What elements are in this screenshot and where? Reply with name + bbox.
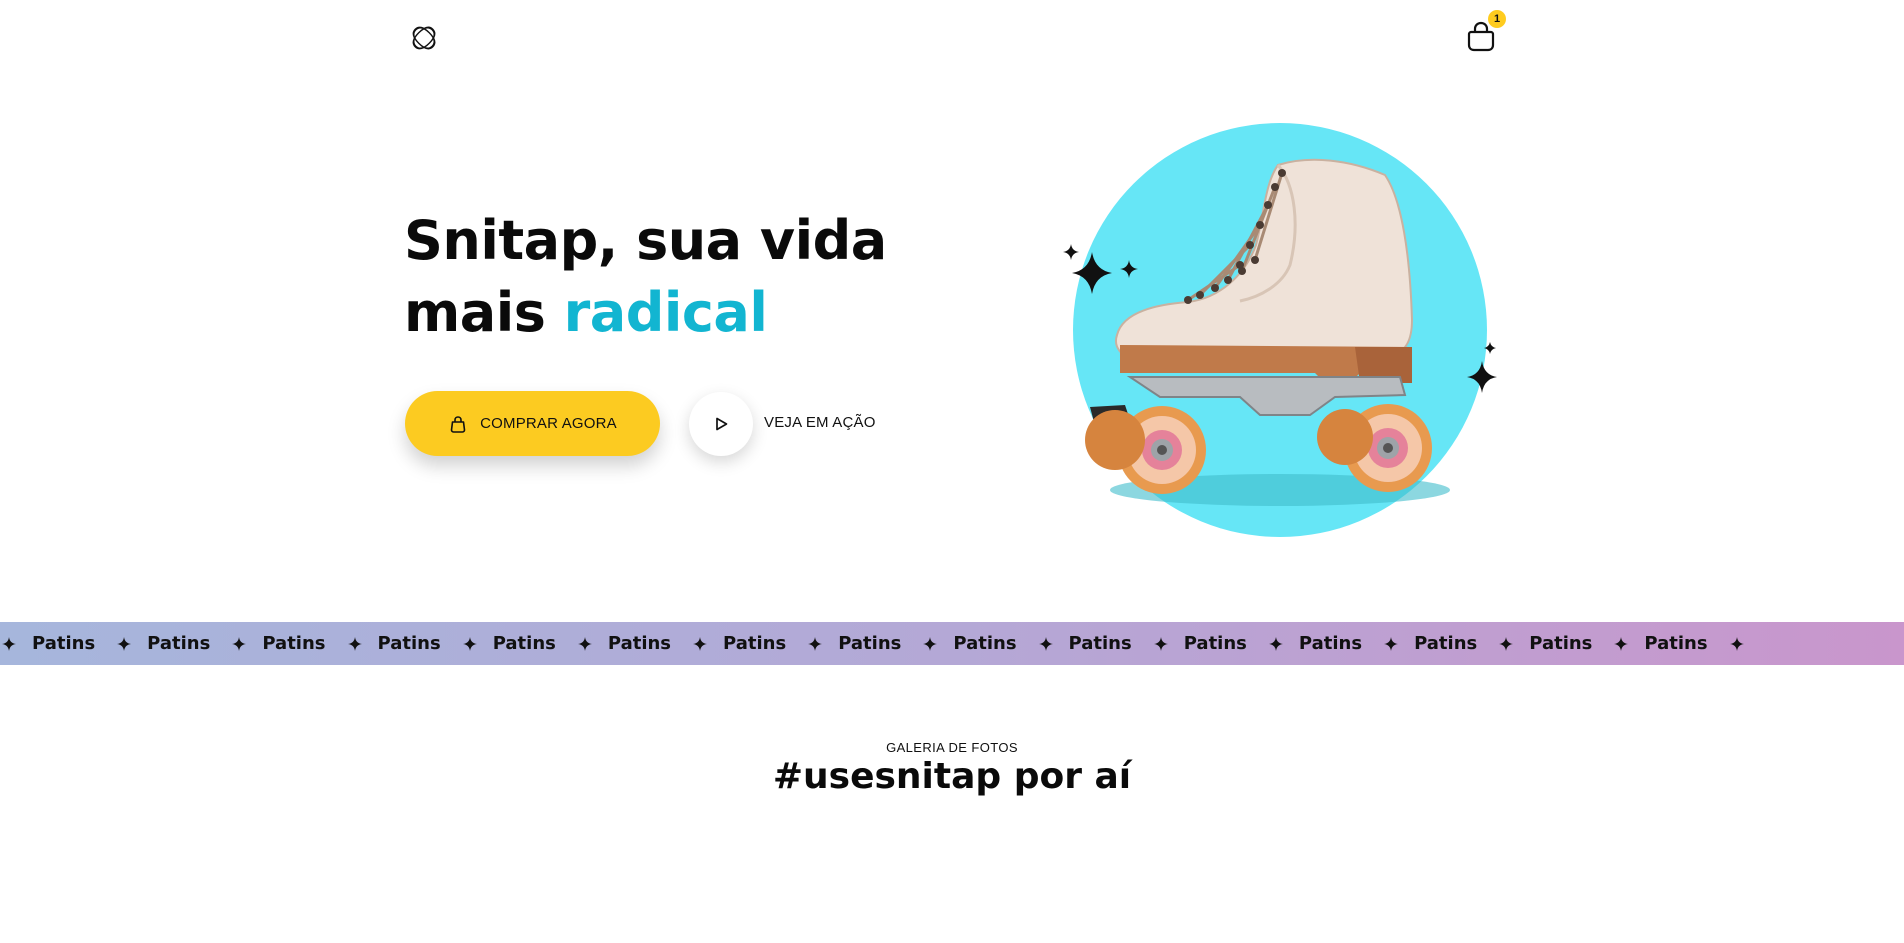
patins-marquee-band: Patins Patins Patins Patins Patins Patins Pati… [0, 622, 1904, 665]
four-point-star-icon [347, 636, 362, 651]
four-point-star-icon [693, 636, 708, 651]
marquee-word: Patins [1529, 633, 1593, 654]
marquee-word: Patins [262, 633, 326, 654]
hero-title-accent: radical [563, 281, 768, 344]
hero-title-line1: Snitap, sua vida [404, 209, 887, 272]
marquee-item: Patins [808, 622, 923, 665]
marquee-end-star [1729, 622, 1760, 665]
marquee-word: Patins [492, 633, 556, 654]
marquee-item: Patins [1384, 622, 1499, 665]
four-point-star-icon [808, 636, 823, 651]
buy-now-button[interactable]: COMPRAR AGORA [405, 391, 660, 456]
marquee-item: Patins [1153, 622, 1269, 665]
four-point-star-icon [1384, 636, 1399, 651]
marquee-item: Patins [1614, 622, 1729, 665]
shopping-bag-icon [450, 415, 466, 433]
four-point-star-icon [1614, 636, 1629, 651]
marquee-word: Patins [1068, 633, 1132, 654]
marquee-word: Patins [723, 633, 787, 654]
marquee-item: Patins [2, 622, 117, 665]
marquee-item: Patins [347, 622, 463, 665]
sparkle-icon [1063, 244, 1079, 260]
hero-title: Snitap, sua vida mais radical [404, 205, 1004, 349]
marquee-word: Patins [838, 633, 902, 654]
knot-logo-icon [412, 26, 436, 50]
hero-title-line2: mais [404, 281, 564, 344]
marquee-word: Patins [607, 633, 672, 654]
marquee-word: Patins [1414, 633, 1478, 654]
marquee-word: Patins [1644, 633, 1708, 654]
four-point-star-icon [232, 636, 247, 651]
marquee-word: Patins [1298, 633, 1363, 654]
four-point-star-icon [923, 636, 938, 651]
marquee-item: Patins [693, 622, 808, 665]
four-point-star-icon [1038, 636, 1053, 651]
four-point-star-icon [1153, 636, 1168, 651]
site-header: 1 [0, 0, 1904, 80]
hero-roller-skate-image [1063, 123, 1497, 537]
marquee-word: Patins [377, 633, 441, 654]
four-point-star-icon [577, 636, 592, 651]
buy-now-label: COMPRAR AGORA [480, 415, 617, 432]
four-point-star-icon [117, 636, 132, 651]
marquee-item: Patins [577, 622, 693, 665]
four-point-star-icon [1499, 636, 1514, 651]
four-point-star-icon [462, 636, 477, 651]
four-point-star-icon [1729, 636, 1744, 651]
gallery-title: #usesnitap por aí [772, 756, 1132, 797]
marquee-word: Patins [953, 633, 1017, 654]
gallery-eyebrow: GALERIA DE FOTOS [886, 740, 1018, 755]
marquee-item: Patins [923, 622, 1038, 665]
marquee-item: Patins [1268, 622, 1384, 665]
logo-link[interactable] [406, 20, 442, 56]
marquee-word: Patins [32, 633, 96, 654]
marquee-item: Patins [117, 622, 232, 665]
play-video-button[interactable] [689, 392, 753, 456]
play-video-label[interactable]: VEJA EM AÇÃO [764, 414, 876, 431]
marquee-word: Patins [1183, 633, 1247, 654]
marquee-track: Patins Patins Patins Patins Patins Patins Pati… [0, 622, 1904, 665]
marquee-item: Patins [462, 622, 578, 665]
four-point-star-icon [2, 636, 16, 651]
marquee-item: Patins [1038, 622, 1154, 665]
marquee-item: Patins [1499, 622, 1614, 665]
cart-count-badge: 1 [1488, 10, 1506, 28]
play-icon [716, 417, 728, 431]
marquee-word: Patins [147, 633, 211, 654]
marquee-item: Patins [232, 622, 347, 665]
four-point-star-icon [1268, 636, 1283, 651]
